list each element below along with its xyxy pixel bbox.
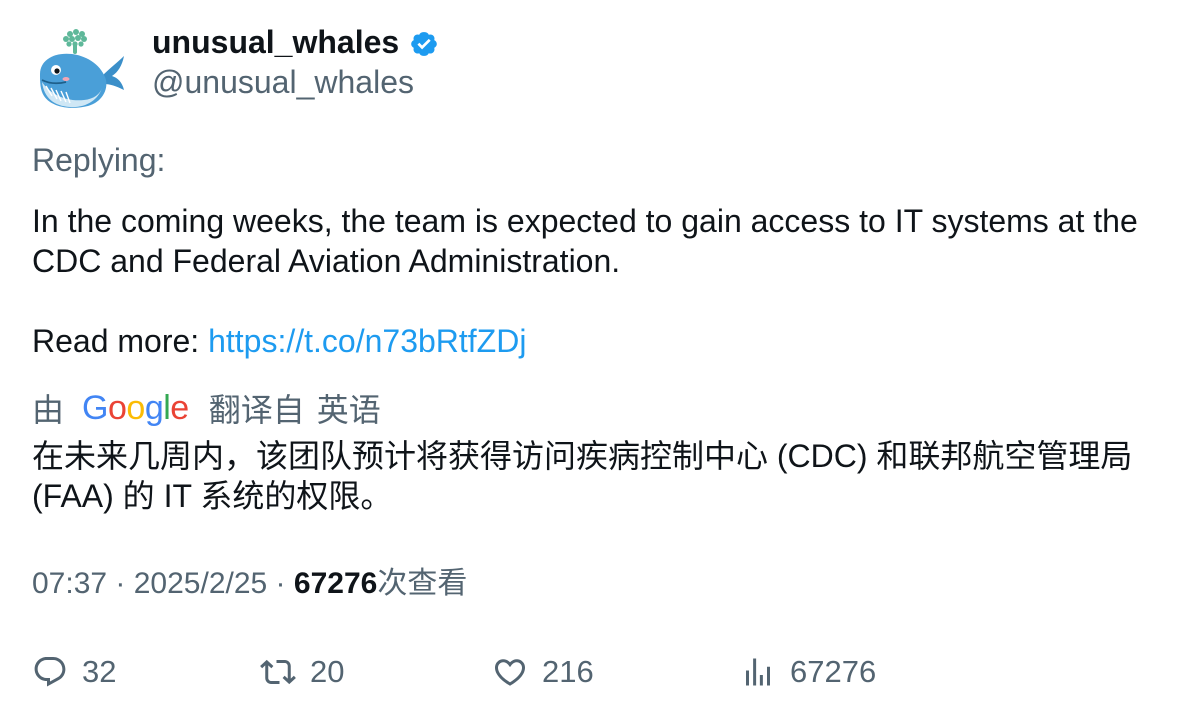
source-language: 英语 xyxy=(316,392,381,428)
reply-count: 32 xyxy=(82,654,117,689)
like-button[interactable]: 216 xyxy=(492,650,594,694)
meta-separator: · xyxy=(267,567,294,600)
translated-text: 在未来几周内，该团队预计将获得访问疾病控制中心 (CDC) 和联邦航空管理局 (… xyxy=(32,438,1133,514)
tweet-time[interactable]: 07:37 xyxy=(32,567,107,600)
tweet-link[interactable]: https://t.co/n73bRtfZDj xyxy=(208,323,526,359)
bar-chart-icon xyxy=(746,658,770,686)
google-logo[interactable]: Google xyxy=(82,389,189,428)
retweet-count: 20 xyxy=(310,654,345,689)
views-label: 次查看 xyxy=(377,567,468,600)
retweet-icon xyxy=(260,659,296,685)
google-letter: o xyxy=(107,388,127,427)
translated-by-label: 由 xyxy=(32,392,65,428)
google-letter: e xyxy=(170,388,189,427)
tweet-meta: 07:37 · 2025/2/25 · 67276次查看 xyxy=(32,564,467,604)
tweet-body: In the coming weeks, the team is expecte… xyxy=(32,203,1138,279)
reply-button[interactable]: 32 xyxy=(32,650,116,694)
tweet-text: In the coming weeks, the team is expecte… xyxy=(32,201,1172,361)
display-name[interactable]: unusual_whales xyxy=(152,22,399,62)
replying-label: Replying: xyxy=(32,142,166,178)
verified-badge-icon xyxy=(411,32,437,56)
user-handle[interactable]: @unusual_whales xyxy=(152,62,414,102)
read-more-label: Read more: xyxy=(32,323,209,359)
meta-separator: · xyxy=(107,567,134,600)
avatar[interactable] xyxy=(32,24,128,120)
tweet-date[interactable]: 2025/2/25 xyxy=(134,567,267,600)
like-count: 216 xyxy=(542,654,594,689)
google-letter: g xyxy=(144,388,164,427)
reply-icon xyxy=(34,657,66,687)
whale-icon xyxy=(40,29,124,108)
read-more-line: Read more: https://t.co/n73bRtfZDj xyxy=(32,321,1172,361)
retweet-button[interactable]: 20 xyxy=(260,650,344,694)
google-letter: o xyxy=(126,388,145,427)
views-button[interactable]: 67276 xyxy=(740,650,876,694)
google-letter: G xyxy=(82,388,108,427)
translation-attribution: 由 Google 翻译自 英语 xyxy=(32,386,381,430)
heart-icon xyxy=(494,659,526,686)
translated-from-label: 翻译自 xyxy=(208,392,305,428)
views-action-count: 67276 xyxy=(790,654,877,689)
views-count: 67276 xyxy=(293,567,378,600)
